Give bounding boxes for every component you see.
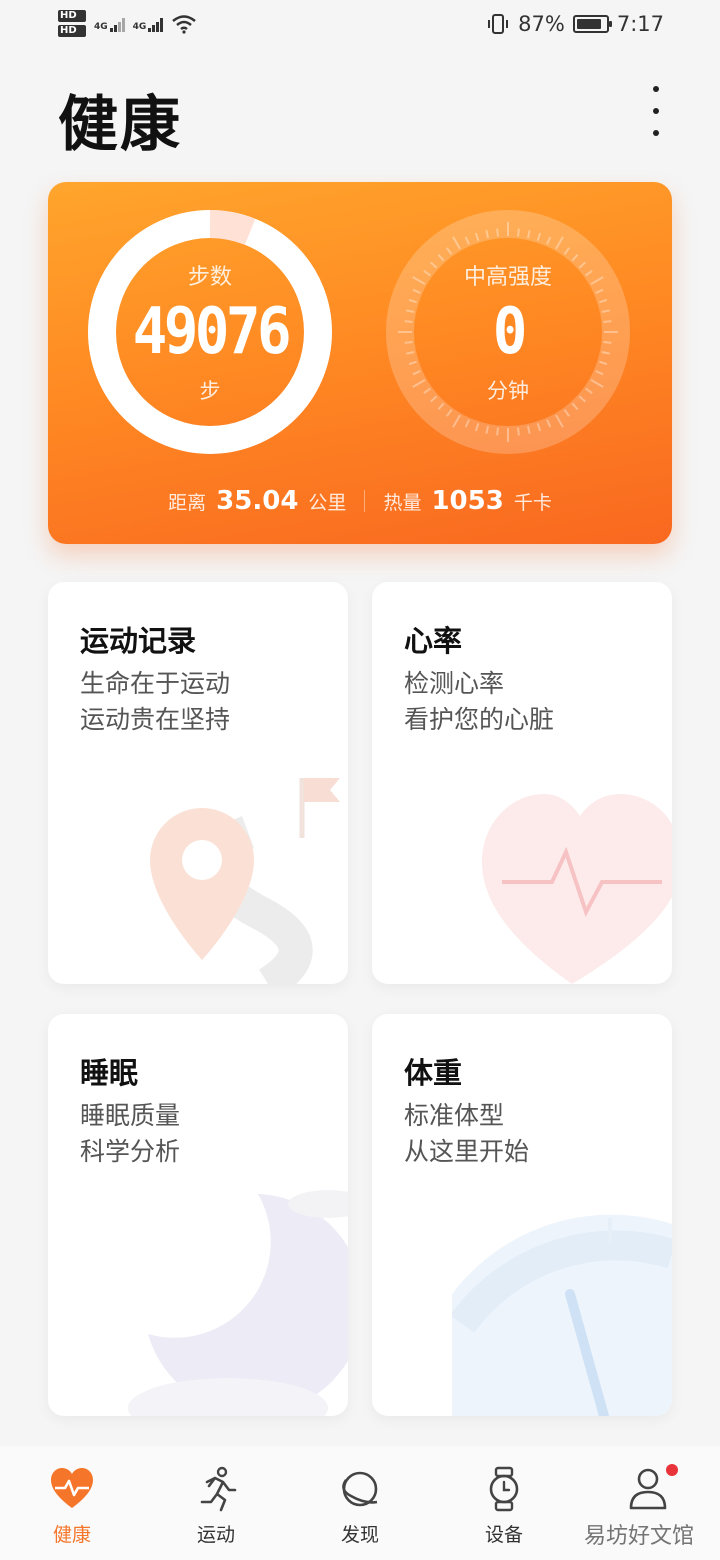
- signal-bars-icon: [148, 16, 164, 32]
- distance-value: 35.04: [216, 486, 299, 516]
- tile-subtitle-1: 标准体型: [404, 1101, 505, 1130]
- tile-subtitle-2: 看护您的心脏: [404, 705, 555, 734]
- tile-subtitle-1: 检测心率: [404, 669, 505, 698]
- nav-item-health[interactable]: 健康: [0, 1446, 144, 1560]
- more-options-button[interactable]: [648, 86, 664, 136]
- planet-icon: [342, 1471, 378, 1507]
- person-icon: [629, 1468, 667, 1510]
- signal-1: 4G: [94, 16, 125, 32]
- nav-item-devices[interactable]: 设备: [432, 1446, 576, 1560]
- tile-title: 体重: [404, 1056, 463, 1090]
- battery-icon: [572, 15, 612, 33]
- hd-indicators: HD HD: [58, 10, 86, 37]
- location-pin-icon: [150, 778, 340, 984]
- tile-subtitle-1: 生命在于运动: [80, 669, 231, 698]
- steps-ring[interactable]: 步数 49076 步: [88, 210, 332, 454]
- calories-label: 热量: [383, 492, 422, 514]
- nav-item-discover[interactable]: 发现: [288, 1446, 432, 1560]
- tile-weight[interactable]: 体重 标准体型 从这里开始: [372, 1014, 672, 1416]
- vibrate-icon: [488, 14, 509, 34]
- tile-title: 运动记录: [80, 624, 197, 658]
- tile-subtitle-1: 睡眠质量: [80, 1101, 181, 1130]
- page-title: 健康: [58, 90, 182, 160]
- signal-bars-icon: [109, 16, 125, 32]
- steps-unit: 步: [199, 379, 221, 403]
- nav-label: 发现: [340, 1524, 379, 1546]
- tile-subtitle-2: 运动贵在坚持: [80, 705, 231, 734]
- steps-ring-text: 步数 49076 步: [88, 210, 332, 454]
- nav-item-exercise[interactable]: 运动: [144, 1446, 288, 1560]
- network-type-1: 4G: [94, 21, 108, 32]
- nav-label: 健康: [52, 1524, 91, 1546]
- hd-badge-1: HD: [58, 10, 86, 22]
- heart-pulse-icon: [482, 794, 672, 984]
- watermark: 易坊好文馆: [583, 1524, 694, 1549]
- intensity-label: 中高强度: [463, 265, 552, 290]
- signal-2: 4G: [133, 16, 164, 32]
- tile-exercise-records[interactable]: 运动记录 生命在于运动 运动贵在坚持: [48, 582, 348, 984]
- more-dot-icon: [653, 86, 659, 92]
- runner-icon: [200, 1466, 237, 1512]
- tile-title: 睡眠: [80, 1056, 139, 1090]
- more-dot-icon: [653, 108, 659, 114]
- intensity-value: 0: [492, 295, 527, 369]
- activity-summary-card[interactable]: 步数 49076 步 中高强度 0 分钟 距离 35.04 公里 热量 1053…: [48, 182, 672, 544]
- battery-percent: 87%: [518, 12, 565, 36]
- activity-summary-row: 距离 35.04 公里 热量 1053 千卡: [48, 486, 672, 516]
- calories-value: 1053: [431, 486, 504, 516]
- notification-dot: [666, 1464, 678, 1476]
- tile-subtitle-2: 科学分析: [80, 1137, 181, 1166]
- hd-badge-2: HD: [58, 25, 86, 37]
- distance-unit: 公里: [308, 492, 347, 514]
- intensity-ring[interactable]: 中高强度 0 分钟: [386, 210, 630, 454]
- moon-icon: [128, 1190, 348, 1416]
- watch-icon: [489, 1466, 519, 1512]
- wifi-icon: [172, 14, 197, 34]
- tile-title: 心率: [404, 624, 463, 658]
- nav-label: 运动: [196, 1524, 235, 1546]
- steps-value: 49076: [132, 295, 291, 369]
- status-left: HD HD 4G 4G: [58, 10, 197, 37]
- distance-label: 距离: [168, 492, 207, 514]
- intensity-ring-text: 中高强度 0 分钟: [386, 210, 630, 454]
- clock: 7:17: [616, 12, 664, 36]
- more-dot-icon: [653, 130, 659, 136]
- status-right: 87% 7:17: [486, 12, 664, 36]
- tile-sleep[interactable]: 睡眠 睡眠质量 科学分析: [48, 1014, 348, 1416]
- nav-label: 设备: [484, 1524, 523, 1546]
- steps-label: 步数: [187, 265, 232, 290]
- network-type-2: 4G: [132, 21, 147, 32]
- divider: [364, 490, 366, 512]
- status-bar: HD HD 4G 4G 87% 7:17: [0, 0, 720, 56]
- battery-fill: [576, 19, 601, 29]
- intensity-unit: 分钟: [487, 379, 529, 403]
- heart-pulse-icon: [51, 1468, 93, 1508]
- calories-unit: 千卡: [513, 492, 552, 514]
- tile-subtitle-2: 从这里开始: [404, 1137, 530, 1166]
- tile-heart-rate[interactable]: 心率 检测心率 看护您的心脏: [372, 582, 672, 984]
- scale-gauge-icon: [452, 1214, 672, 1416]
